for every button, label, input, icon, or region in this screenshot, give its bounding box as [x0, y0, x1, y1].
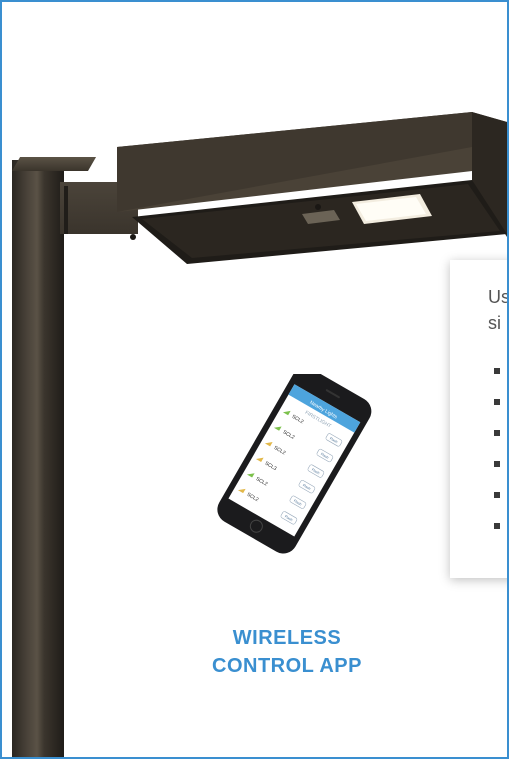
bullet-marker	[494, 461, 500, 467]
card-text: Us si	[488, 284, 509, 336]
bullet-marker	[494, 523, 500, 529]
bullet-marker	[494, 368, 500, 374]
card-text-line-1: Us	[488, 287, 509, 307]
bullet-list	[494, 368, 500, 554]
bullet-marker	[494, 399, 500, 405]
smartphone: Nearby Lights FIRSTLIGHT SCL2 Flash SCL2…	[217, 374, 372, 554]
caption-line-2: CONTROL APP	[212, 655, 362, 677]
page-frame: Nearby Lights FIRSTLIGHT SCL2 Flash SCL2…	[0, 0, 509, 759]
caption-line-1: WIRELESS	[232, 627, 342, 649]
bullet-marker	[494, 430, 500, 436]
light-fixture	[117, 112, 507, 264]
app-caption: WIRELESS CONTROL APP	[157, 624, 417, 680]
card-text-line-2: si	[488, 313, 501, 333]
info-card: Us si	[450, 260, 509, 578]
bullet-marker	[494, 492, 500, 498]
